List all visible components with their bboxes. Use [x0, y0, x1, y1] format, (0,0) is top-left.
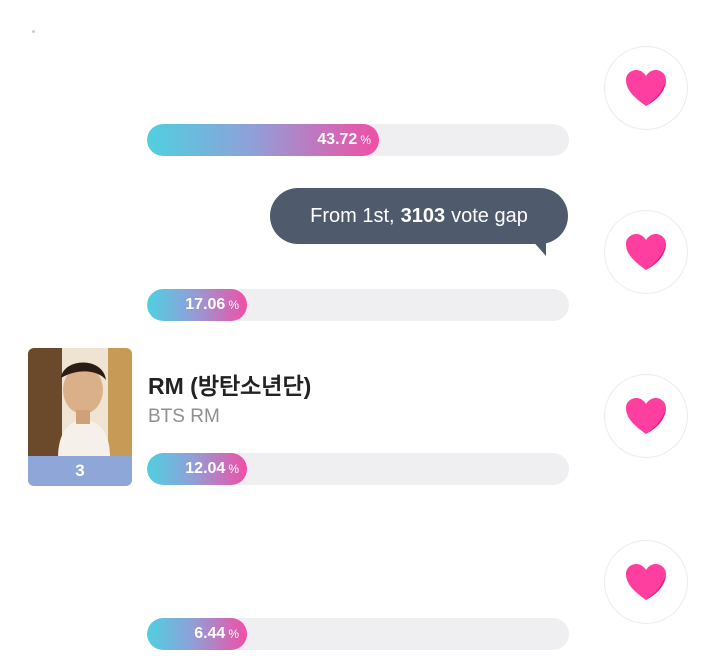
- percent-sign: %: [228, 462, 239, 476]
- rank-badge: 3: [28, 456, 132, 486]
- heart-icon: [626, 70, 666, 106]
- artist-avatar-card[interactable]: 3: [28, 348, 132, 486]
- vote-percent: 17.06: [185, 296, 226, 313]
- heart-icon: [626, 234, 666, 270]
- vote-heart-button[interactable]: [604, 540, 688, 624]
- artist-photo: [28, 348, 132, 458]
- vote-percent: 12.04: [185, 460, 226, 477]
- vote-bar-fill: 6.44%: [147, 618, 247, 650]
- decorative-dot: [32, 30, 35, 33]
- vote-percent: 43.72: [317, 131, 358, 148]
- heart-icon: [626, 398, 666, 434]
- vote-bar-track: 6.44%: [147, 618, 569, 650]
- tooltip-gap-number: 3103: [400, 204, 446, 227]
- tooltip-suffix: vote gap: [451, 204, 528, 227]
- artist-subtitle: BTS RM: [148, 406, 220, 427]
- vote-bar-fill: 12.04%: [147, 453, 247, 485]
- heart-icon: [626, 564, 666, 600]
- vote-heart-button[interactable]: [604, 210, 688, 294]
- vote-bar-track: 12.04%: [147, 453, 569, 485]
- vote-bar-track: 43.72%: [147, 124, 569, 156]
- tooltip-tail: [530, 238, 546, 256]
- vote-heart-button[interactable]: [604, 374, 688, 458]
- vote-bar-fill: 17.06%: [147, 289, 247, 321]
- percent-sign: %: [228, 627, 239, 641]
- vote-bar-fill: 43.72%: [147, 124, 379, 156]
- vote-gap-tooltip: From 1st, 3103 vote gap: [270, 188, 568, 244]
- vote-bar-track: 17.06%: [147, 289, 569, 321]
- percent-sign: %: [360, 133, 371, 147]
- vote-percent: 6.44: [194, 625, 226, 642]
- tooltip-prefix: From 1st,: [310, 204, 395, 227]
- artist-name: RM (방탄소년단): [148, 373, 312, 399]
- vote-heart-button[interactable]: [604, 46, 688, 130]
- percent-sign: %: [228, 298, 239, 312]
